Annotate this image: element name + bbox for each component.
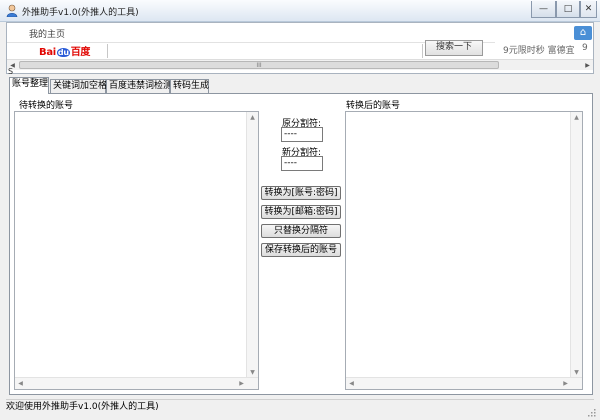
home-icon[interactable]: ⌂ — [574, 26, 592, 40]
window-title: 外推助手v1.0(外推人的工具) — [22, 8, 139, 18]
scroll-left-arrow-icon[interactable]: ◀ — [15, 378, 26, 389]
title-bar[interactable]: 外推助手v1.0(外推人的工具) — □ ✕ — [0, 0, 600, 22]
baidu-logo[interactable]: Bai du 百度 — [39, 43, 90, 58]
baidu-search-input[interactable] — [107, 44, 423, 58]
baidu-logo-text-right: 百度 — [70, 47, 91, 58]
maximize-button[interactable]: □ — [556, 1, 580, 18]
replace-separator-only-button[interactable]: 只替换分隔符 — [261, 224, 341, 238]
tab-keyword-spacing[interactable]: 关键词加空格 — [50, 79, 107, 93]
promo-text[interactable]: 9元限时秒 富德宜 — [503, 43, 575, 56]
left-vertical-scrollbar[interactable]: ▲ ▼ — [246, 112, 258, 389]
convert-to-email-password-button[interactable]: 转换为[邮箱:密码] — [261, 205, 341, 219]
scroll-right-arrow-icon[interactable]: ▶ — [582, 60, 593, 71]
original-separator-input[interactable]: ---- — [281, 127, 323, 142]
status-bar: 欢迎使用外推助手v1.0(外推人的工具) — [6, 399, 594, 414]
minimize-button[interactable]: — — [531, 1, 556, 18]
embedded-browser[interactable]: 我的主页 ⌂ Bai du 百度 搜索一下 9元限时秒 富德宜 9 ◀ III ▶ — [6, 22, 594, 74]
baidu-logo-text-left: Bai — [39, 47, 56, 58]
baidu-search-bar: Bai du 百度 搜索一下 — [7, 40, 495, 58]
new-separator-input[interactable]: ---- — [281, 156, 323, 171]
tab-account-organize[interactable]: 账号整理 — [9, 77, 49, 94]
baidu-paw-icon: du — [56, 48, 70, 57]
convert-to-account-password-button[interactable]: 转换为[账号:密码] — [261, 186, 341, 200]
save-converted-accounts-button[interactable]: 保存转换后的账号 — [261, 243, 341, 257]
home-page-link[interactable]: 我的主页 — [29, 27, 65, 40]
scroll-up-arrow-icon[interactable]: ▲ — [571, 112, 582, 123]
person-icon — [6, 4, 18, 17]
left-list-label: 待转换的账号 — [19, 101, 74, 111]
browser-status-text: S — [8, 67, 14, 76]
resize-grip-icon[interactable] — [588, 409, 596, 417]
baidu-search-button[interactable]: 搜索一下 — [425, 40, 483, 56]
browser-horizontal-scrollbar[interactable]: ◀ III ▶ — [7, 59, 593, 70]
right-list-label: 转换后的账号 — [346, 101, 401, 111]
scroll-right-arrow-icon[interactable]: ▶ — [236, 378, 247, 389]
scroll-thumb[interactable]: III — [19, 61, 499, 69]
left-horizontal-scrollbar[interactable]: ◀ ▶ — [15, 377, 258, 389]
converted-accounts-textarea[interactable]: ▲ ▼ ◀ ▶ — [345, 111, 583, 390]
source-accounts-textarea[interactable]: ▲ ▼ ◀ ▶ — [14, 111, 259, 390]
close-button[interactable]: ✕ — [580, 1, 597, 18]
scroll-up-arrow-icon[interactable]: ▲ — [247, 112, 258, 123]
promo-more: 9 — [582, 43, 588, 53]
scroll-right-arrow-icon[interactable]: ▶ — [560, 378, 571, 389]
tab-transcode[interactable]: 转码生成 — [170, 79, 209, 93]
scroll-left-arrow-icon[interactable]: ◀ — [346, 378, 357, 389]
tab-baidu-banned-words[interactable]: 百度违禁词检测 — [106, 79, 172, 93]
right-horizontal-scrollbar[interactable]: ◀ ▶ — [346, 377, 582, 389]
right-vertical-scrollbar[interactable]: ▲ ▼ — [570, 112, 582, 389]
